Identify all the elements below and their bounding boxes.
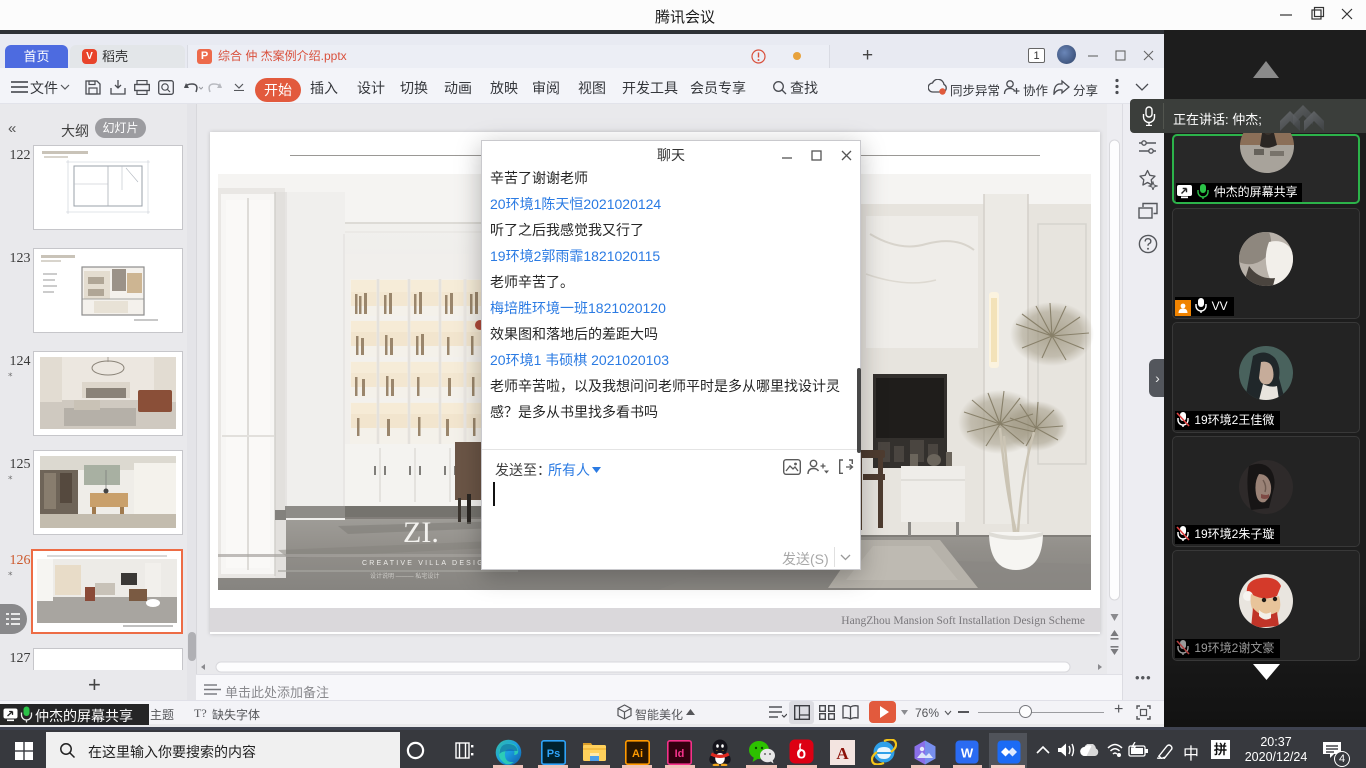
svg-text:Ps: Ps bbox=[547, 748, 560, 760]
svg-text:ZI.: ZI. bbox=[403, 516, 439, 549]
svg-text:HangZhou Mansion Soft Installa: HangZhou Mansion Soft Installation Desig… bbox=[841, 615, 1085, 627]
svg-text:Id: Id bbox=[675, 748, 685, 760]
svg-text:CREATIVE VILLA DESIGN: CREATIVE VILLA DESIGN bbox=[362, 560, 492, 567]
svg-text:Ai: Ai bbox=[632, 748, 643, 760]
svg-text:W: W bbox=[961, 746, 974, 761]
svg-text:A: A bbox=[836, 744, 849, 763]
svg-text:设计说明 ——— 私宅设计: 设计说明 ——— 私宅设计 bbox=[370, 572, 439, 580]
